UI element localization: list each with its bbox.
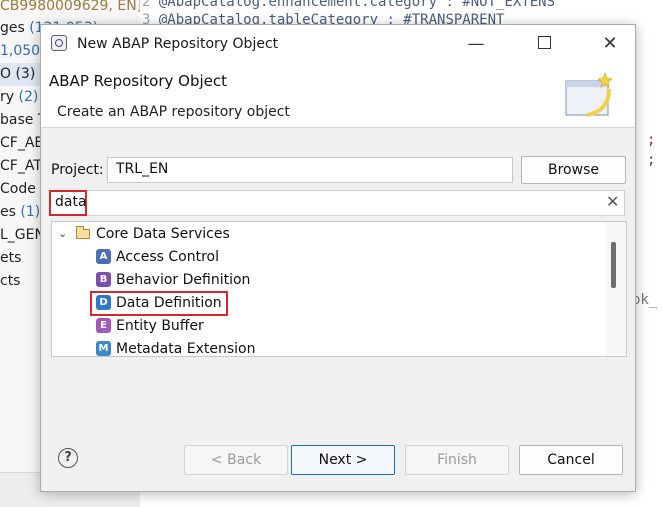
behavior-definition-icon: B — [96, 272, 111, 287]
tree-item-label: Metadata Extension — [116, 341, 256, 357]
wizard-title: ABAP Repository Object — [49, 72, 228, 90]
object-type-tree[interactable]: ⌄ Core Data Services A Access Control B … — [51, 221, 627, 357]
filter-input[interactable]: data ✕ — [49, 190, 625, 216]
explorer-row[interactable]: ry (2) — [0, 86, 38, 109]
tree-item-behavior-definition[interactable]: B Behavior Definition — [52, 269, 602, 291]
tree-scrollbar[interactable] — [606, 222, 626, 356]
code-fragment: ; — [647, 152, 656, 168]
metadata-extension-icon: M — [96, 341, 111, 356]
filter-value: data — [55, 194, 87, 210]
project-value: TRL_EN — [116, 161, 169, 177]
close-button[interactable]: ✕ — [587, 25, 633, 63]
tree-folder-core-data-services[interactable]: ⌄ Core Data Services — [52, 223, 602, 245]
tree-item-label: Behavior Definition — [116, 272, 251, 288]
explorer-row[interactable]: cts — [0, 270, 20, 293]
tree-item-access-control[interactable]: A Access Control — [52, 246, 602, 268]
explorer-row[interactable]: CB9980009629, EN] — [0, 0, 140, 18]
cancel-button[interactable]: Cancel — [519, 445, 623, 475]
help-icon[interactable]: ? — [58, 448, 78, 468]
project-label: Project: — [51, 162, 104, 178]
finish-button[interactable]: Finish — [405, 445, 509, 475]
tree-folder-label: Core Data Services — [96, 226, 230, 242]
project-field[interactable]: TRL_EN — [107, 157, 513, 183]
wizard-header: ABAP Repository Object Create an ABAP re… — [41, 63, 635, 128]
entity-buffer-icon: E — [96, 318, 111, 333]
browse-button[interactable]: Browse — [521, 156, 626, 184]
eclipse-app-icon — [51, 35, 67, 51]
new-abap-object-dialog: New ABAP Repository Object — ✕ ABAP Repo… — [40, 24, 636, 492]
maximize-button[interactable] — [521, 25, 567, 63]
access-control-icon: A — [96, 249, 111, 264]
explorer-row[interactable]: L_GEN — [0, 224, 45, 247]
maximize-icon — [537, 36, 551, 49]
chevron-down-icon[interactable]: ⌄ — [58, 223, 67, 245]
selection-highlight-box — [90, 291, 228, 316]
code-fragment: ; — [647, 132, 656, 148]
explorer-row[interactable]: 1,050) — [0, 40, 46, 63]
explorer-row[interactable]: es (1) — [0, 201, 40, 224]
code-line: 2 @AbapCatalog.enhancement.category : #N… — [142, 0, 556, 10]
tree-item-label: Access Control — [116, 249, 219, 265]
wizard-subtitle: Create an ABAP repository object — [57, 104, 290, 120]
wizard-banner-icon — [565, 72, 613, 117]
dialog-title: New ABAP Repository Object — [77, 36, 279, 52]
folder-icon — [76, 226, 90, 239]
clear-icon[interactable]: ✕ — [606, 192, 619, 211]
minimize-button[interactable]: — — [453, 25, 499, 63]
tree-item-label: Entity Buffer — [116, 318, 204, 334]
explorer-row[interactable]: CF_AB — [0, 132, 44, 155]
next-button[interactable]: Next > — [291, 445, 395, 475]
back-button[interactable]: < Back — [184, 445, 288, 475]
scrollbar-thumb[interactable] — [611, 242, 616, 288]
dialog-titlebar[interactable]: New ABAP Repository Object — ✕ — [41, 25, 635, 64]
tree-item-metadata-extension[interactable]: M Metadata Extension — [52, 338, 602, 357]
explorer-row[interactable]: ets — [0, 247, 21, 270]
tree-item-entity-buffer[interactable]: E Entity Buffer — [52, 315, 602, 337]
